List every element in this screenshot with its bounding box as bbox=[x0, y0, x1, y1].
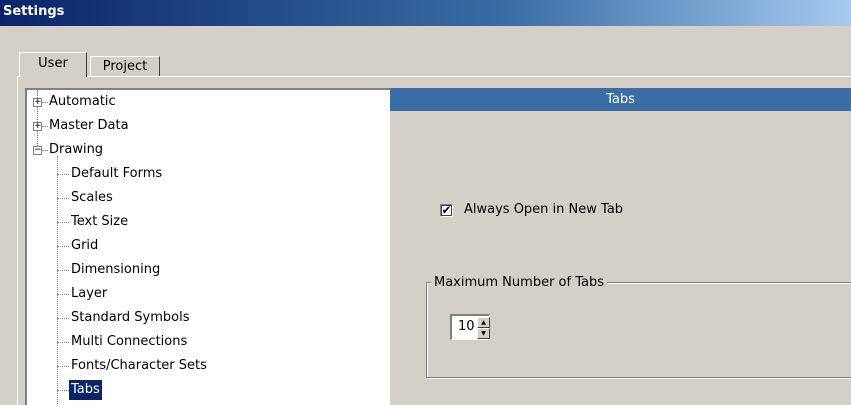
expand-icon[interactable]: + bbox=[33, 122, 42, 131]
title-bar: Settings bbox=[0, 0, 851, 26]
tree-item-label: Automatic bbox=[49, 94, 116, 109]
tree-item-label: Dimensioning bbox=[71, 262, 161, 277]
always-open-new-tab-label[interactable]: Always Open in New Tab bbox=[464, 202, 623, 217]
tree-connector bbox=[57, 174, 69, 175]
tree-connector bbox=[42, 126, 48, 127]
max-tabs-value[interactable]: 10 bbox=[458, 319, 475, 334]
tree-item-label: Layer bbox=[71, 286, 108, 301]
tree-connector bbox=[57, 318, 69, 319]
tree-connector bbox=[42, 150, 48, 151]
collapse-icon[interactable]: − bbox=[33, 146, 42, 155]
tree-connector bbox=[42, 102, 48, 103]
tree-item-label: Fonts/Character Sets bbox=[71, 358, 207, 373]
tree-connector bbox=[57, 156, 58, 405]
tree-connector bbox=[57, 222, 69, 223]
always-open-new-tab-checkbox[interactable]: ✔ bbox=[440, 204, 453, 217]
max-tabs-legend: Maximum Number of Tabs bbox=[431, 275, 607, 290]
tree-connector bbox=[57, 390, 69, 391]
max-tabs-spinner[interactable]: 10 ▲ ▼ bbox=[450, 314, 490, 340]
spin-up-icon[interactable]: ▲ bbox=[477, 317, 490, 328]
tree-item-label: Standard Symbols bbox=[71, 310, 190, 325]
spin-down-icon[interactable]: ▼ bbox=[477, 328, 490, 339]
tree-item-label: Multi Connections bbox=[71, 334, 188, 349]
tree-connector bbox=[57, 366, 69, 367]
tree-item-label: Grid bbox=[71, 238, 99, 253]
tree-connector bbox=[57, 294, 69, 295]
tree-connector bbox=[57, 198, 69, 199]
tree-item-drawing[interactable]: − Drawing bbox=[27, 140, 387, 160]
tree-item-automatic[interactable]: + Automatic bbox=[27, 92, 387, 112]
settings-tree[interactable]: + Automatic + Master Data − Drawing Defa… bbox=[25, 88, 390, 405]
section-header: Tabs bbox=[390, 88, 851, 111]
expand-icon[interactable]: + bbox=[33, 98, 42, 107]
tree-item-label-selected: Tabs bbox=[69, 380, 102, 400]
tree-item-label: Scales bbox=[71, 190, 113, 205]
tree-item-label: Master Data bbox=[49, 118, 129, 133]
tree-item-label: Default Forms bbox=[71, 166, 163, 181]
tree-connector bbox=[57, 270, 69, 271]
tree-connector bbox=[57, 342, 69, 343]
window-title: Settings bbox=[3, 4, 65, 19]
tab-project[interactable]: Project bbox=[90, 56, 160, 77]
tree-item-master-data[interactable]: + Master Data bbox=[27, 116, 387, 136]
tab-user[interactable]: User bbox=[19, 52, 87, 77]
tree-item-label: Text Size bbox=[71, 214, 129, 229]
tree-item-label: Drawing bbox=[49, 142, 104, 157]
tree-connector bbox=[57, 246, 69, 247]
